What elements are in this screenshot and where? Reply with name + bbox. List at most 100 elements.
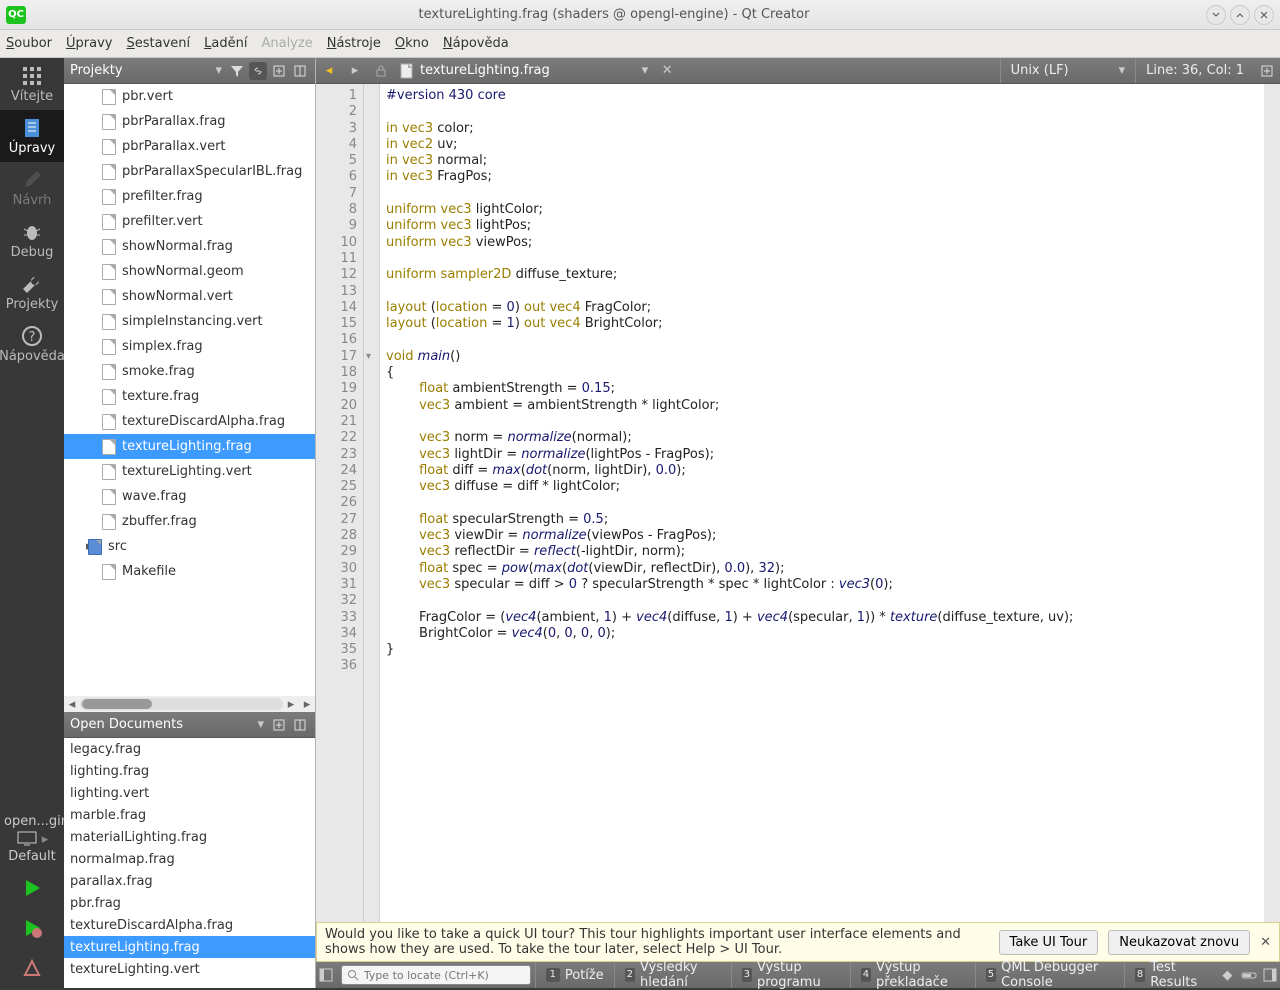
output-pane-5[interactable]: 5QML Debugger Console: [975, 962, 1124, 988]
open-doc-item[interactable]: textureLighting.vert: [64, 958, 315, 980]
file-item[interactable]: textureLighting.frag: [64, 434, 315, 459]
menu-okno[interactable]: Okno: [395, 36, 429, 51]
fold-icon[interactable]: ▾: [366, 349, 371, 365]
menu-analyze[interactable]: Analyze: [261, 36, 312, 51]
open-doc-item[interactable]: pbr.frag: [64, 892, 315, 914]
mode-projekty[interactable]: Projekty: [0, 266, 64, 318]
build-button[interactable]: [0, 948, 64, 988]
file-item[interactable]: showNormal.geom: [64, 259, 315, 284]
file-item[interactable]: pbrParallax.vert: [64, 134, 315, 159]
cursor-position[interactable]: Line: 36, Col: 1: [1135, 58, 1254, 83]
scroll-right-icon[interactable]: ▸: [299, 696, 315, 712]
editor-toolbar: ◂ ▸ textureLighting.frag ▾ ✕ Unix (LF) ▾…: [316, 58, 1280, 84]
toggle-sidebar-icon[interactable]: [316, 962, 337, 988]
title-bar: QC textureLighting.frag (shaders @ openg…: [0, 0, 1280, 30]
close-button[interactable]: [1254, 5, 1274, 25]
project-tree[interactable]: pbr.vertpbrParallax.fragpbrParallax.vert…: [64, 84, 315, 696]
split-editor-icon[interactable]: [1254, 58, 1280, 84]
close-file-button[interactable]: ✕: [654, 58, 680, 84]
mode-debug[interactable]: Debug: [0, 214, 64, 266]
tree-scrollbar[interactable]: ◂ ▸ ▸: [64, 696, 315, 712]
close-hint-icon[interactable]: ✕: [1260, 935, 1271, 950]
status-bar: 1Potíže2Výsledky hledání3Výstup programu…: [316, 962, 1280, 988]
menu-sestavení[interactable]: Sestavení: [126, 36, 190, 51]
file-item[interactable]: simplex.frag: [64, 334, 315, 359]
split-icon[interactable]: [291, 62, 309, 80]
file-item[interactable]: wave.frag: [64, 484, 315, 509]
file-item[interactable]: texture.frag: [64, 384, 315, 409]
lock-icon[interactable]: [368, 58, 394, 84]
code-editor[interactable]: 1234567891011121314151617181920212223242…: [316, 84, 1280, 922]
fold-margin[interactable]: ▾: [364, 84, 380, 922]
file-item[interactable]: zbuffer.frag: [64, 509, 315, 534]
open-doc-item[interactable]: legacy.frag: [64, 738, 315, 760]
editor-file-selector[interactable]: textureLighting.frag: [394, 63, 556, 79]
file-item[interactable]: pbrParallax.frag: [64, 109, 315, 134]
open-doc-item[interactable]: textureLighting.frag: [64, 936, 315, 958]
scroll-right-icon[interactable]: ▸: [283, 696, 299, 712]
editor-area: ◂ ▸ textureLighting.frag ▾ ✕ Unix (LF) ▾…: [316, 58, 1280, 988]
file-item[interactable]: prefilter.frag: [64, 184, 315, 209]
file-item[interactable]: showNormal.frag: [64, 234, 315, 259]
kit-selector[interactable]: ▸: [4, 831, 60, 847]
menu-nápověda[interactable]: Nápověda: [443, 36, 509, 51]
file-item[interactable]: textureDiscardAlpha.frag: [64, 409, 315, 434]
mode-úpravy[interactable]: Úpravy: [0, 110, 64, 162]
open-doc-item[interactable]: parallax.frag: [64, 870, 315, 892]
output-pane-3[interactable]: 3Výstup programu: [731, 962, 850, 988]
open-doc-item[interactable]: lighting.vert: [64, 782, 315, 804]
locator-input[interactable]: [341, 965, 531, 985]
open-doc-item[interactable]: materialLighting.frag: [64, 826, 315, 848]
add-icon[interactable]: [270, 62, 288, 80]
menu-úpravy[interactable]: Úpravy: [66, 36, 112, 51]
gutter[interactable]: 1234567891011121314151617181920212223242…: [316, 84, 364, 922]
file-item[interactable]: pbr.vert: [64, 84, 315, 109]
dismiss-hint-button[interactable]: Neukazovat znovu: [1108, 930, 1250, 955]
file-item[interactable]: showNormal.vert: [64, 284, 315, 309]
file-item[interactable]: simpleInstancing.vert: [64, 309, 315, 334]
file-item[interactable]: pbrParallaxSpecularIBL.frag: [64, 159, 315, 184]
file-icon: [102, 439, 116, 455]
open-docs-list[interactable]: legacy.fraglighting.fraglighting.vertmar…: [64, 738, 315, 988]
panes-menu-icon[interactable]: ◆: [1216, 968, 1238, 983]
open-doc-item[interactable]: normalmap.frag: [64, 848, 315, 870]
output-pane-1[interactable]: 1Potíže: [535, 962, 614, 988]
open-doc-item[interactable]: marble.frag: [64, 804, 315, 826]
open-doc-item[interactable]: lighting.frag: [64, 760, 315, 782]
take-tour-button[interactable]: Take UI Tour: [999, 930, 1099, 955]
output-pane-8[interactable]: 8Test Results: [1124, 962, 1216, 988]
locator[interactable]: [341, 965, 531, 985]
menu-nástroje[interactable]: Nástroje: [327, 36, 381, 51]
output-pane-2[interactable]: 2Výsledky hledání: [614, 962, 731, 988]
add-icon[interactable]: [270, 716, 288, 734]
projects-header: Projekty ▾: [64, 58, 315, 84]
toggle-right-sidebar-icon[interactable]: [1259, 962, 1280, 988]
source-text[interactable]: #version 430 core in vec3 color;in vec2 …: [380, 84, 1264, 922]
nav-forward-button[interactable]: ▸: [342, 58, 368, 84]
link-icon[interactable]: [249, 62, 267, 80]
line-ending-selector[interactable]: Unix (LF) ▾: [1000, 58, 1136, 83]
open-doc-item[interactable]: textureDiscardAlpha.frag: [64, 914, 315, 936]
filter-icon[interactable]: [228, 62, 246, 80]
run-debug-button[interactable]: [0, 908, 64, 948]
menu-soubor[interactable]: Soubor: [6, 36, 52, 51]
editor-scrollbar[interactable]: [1264, 84, 1280, 922]
minimize-button[interactable]: [1206, 5, 1226, 25]
item-label: Makefile: [122, 564, 176, 579]
file-item[interactable]: Makefile: [64, 559, 315, 584]
file-item[interactable]: smoke.frag: [64, 359, 315, 384]
output-pane-4[interactable]: 4Výstup překladače: [850, 962, 975, 988]
menu-ladění[interactable]: Ladění: [204, 36, 247, 51]
maximize-button[interactable]: [1230, 5, 1250, 25]
mode-nápověda[interactable]: ?Nápověda: [0, 318, 64, 370]
mode-návrh[interactable]: Návrh: [0, 162, 64, 214]
folder-item[interactable]: ▸src: [64, 534, 315, 559]
scroll-left-icon[interactable]: ◂: [64, 696, 80, 712]
file-item[interactable]: textureLighting.vert: [64, 459, 315, 484]
run-button[interactable]: [0, 868, 64, 908]
nav-back-button[interactable]: ◂: [316, 58, 342, 84]
mode-vítejte[interactable]: Vítejte: [0, 58, 64, 110]
progress-icon[interactable]: [1238, 962, 1259, 988]
split-icon[interactable]: [291, 716, 309, 734]
file-item[interactable]: prefilter.vert: [64, 209, 315, 234]
